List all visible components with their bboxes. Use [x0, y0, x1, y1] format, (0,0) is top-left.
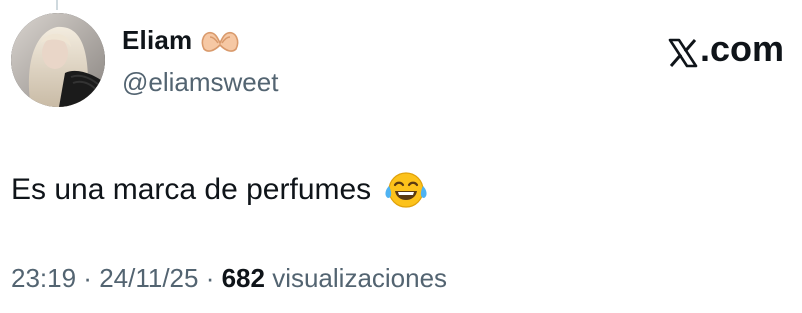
- tweet-card: Eliam @eliamsweet .com Es una marca de p…: [0, 0, 802, 313]
- brand-domain-text: .com: [699, 28, 784, 69]
- author-name-text: Eliam: [122, 25, 193, 55]
- tweet-text: Es una marca de perfumes: [11, 173, 372, 206]
- brand-watermark: .com: [668, 28, 784, 70]
- x-logo-icon: [668, 35, 698, 68]
- thread-connector-line: [56, 0, 58, 10]
- avatar[interactable]: [11, 13, 105, 107]
- avatar-image: [11, 13, 105, 107]
- author-display-name[interactable]: Eliam: [122, 25, 240, 56]
- tweet-date[interactable]: 24/11/25: [99, 263, 198, 293]
- meta-separator: ·: [198, 263, 222, 293]
- meta-separator: ·: [76, 263, 100, 293]
- author-handle[interactable]: @eliamsweet: [122, 67, 278, 98]
- views-count[interactable]: 682: [222, 263, 265, 293]
- tweet-meta: 23:19 · 24/11/25 · 682 visualizaciones: [11, 263, 447, 294]
- tweet-body: Es una marca de perfumes: [11, 170, 429, 210]
- tweet-time[interactable]: 23:19: [11, 263, 76, 293]
- face-with-tears-of-joy-icon: [383, 170, 429, 210]
- heart-hands-icon: [200, 27, 240, 55]
- views-label: visualizaciones: [264, 263, 448, 293]
